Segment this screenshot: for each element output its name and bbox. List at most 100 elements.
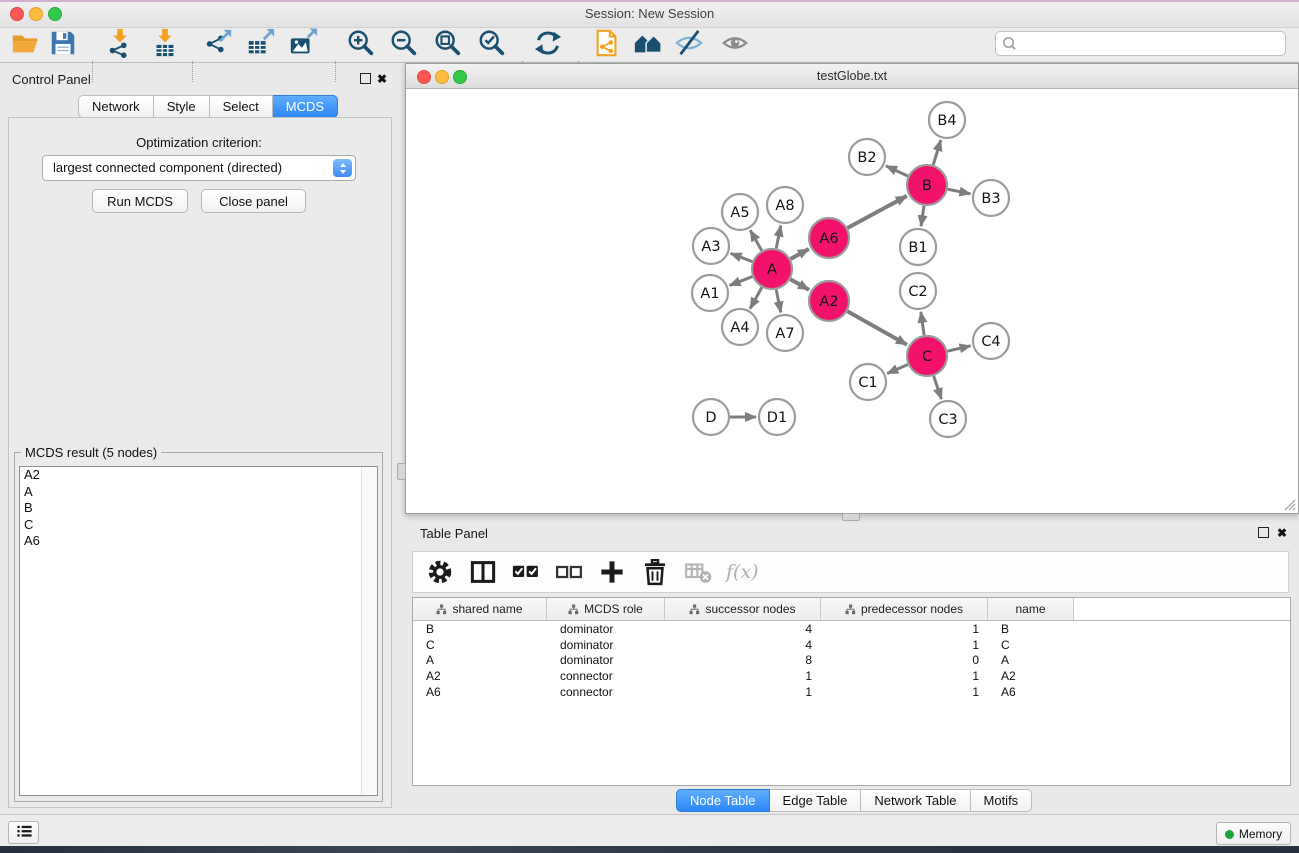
graph-node-A8[interactable]: A8 (767, 187, 803, 223)
float-table-panel-icon[interactable] (1258, 527, 1269, 538)
show-log-console-button[interactable] (8, 821, 39, 844)
network-canvas[interactable]: B4 B2 B B3 A8A5 A6 B1 A3 A C2 A1 A2 A4 A7 C4 C C1 C3 D D1 (406, 89, 1296, 511)
mcds-result-item[interactable]: C (20, 517, 377, 534)
graph-node-A[interactable]: A (752, 249, 792, 289)
graph-node-A2[interactable]: A2 (809, 281, 849, 321)
zoom-out-button[interactable] (387, 27, 421, 61)
memory-button[interactable]: Memory (1216, 822, 1291, 845)
unselect-all-rows-button[interactable] (554, 557, 584, 587)
close-panel-button[interactable]: Close panel (201, 189, 306, 213)
export-table-button[interactable] (243, 27, 277, 61)
table-cell: 1 (821, 685, 988, 699)
graph-node-B2[interactable]: B2 (849, 139, 885, 175)
graph-node-B3[interactable]: B3 (973, 180, 1009, 216)
graph-edge-C-C4 (947, 346, 970, 351)
search-input[interactable] (1020, 34, 1279, 53)
table-cell: A (413, 653, 547, 667)
select-all-rows-button[interactable] (511, 557, 541, 587)
column-header-shared-name[interactable]: shared name (413, 598, 547, 620)
table-header-row: shared nameMCDS rolesuccessor nodesprede… (413, 598, 1290, 621)
zoom-selected-button[interactable] (475, 27, 509, 61)
graph-node-C2[interactable]: C2 (900, 273, 936, 309)
network-window-title: testGlobe.txt (406, 69, 1298, 83)
tab-mcds[interactable]: MCDS (273, 95, 338, 118)
show-columns-button[interactable] (468, 557, 498, 587)
search-field[interactable] (995, 31, 1286, 56)
table-row[interactable]: A6connector11A6 (413, 684, 1290, 700)
graph-node-B4[interactable]: B4 (929, 102, 965, 138)
graph-node-D1[interactable]: D1 (759, 399, 795, 435)
graph-edge-C-C1 (887, 364, 908, 373)
mcds-result-item[interactable]: A6 (20, 533, 377, 550)
table-row[interactable]: Adominator80A (413, 652, 1290, 668)
graph-node-A5[interactable]: A5 (722, 194, 758, 230)
refresh-view-button[interactable] (531, 27, 565, 61)
table-options-button[interactable] (425, 557, 455, 587)
close-table-panel-icon[interactable]: ✖ (1277, 527, 1287, 539)
function-builder-button[interactable]: f(x) (726, 561, 759, 583)
mcds-result-item[interactable]: A2 (20, 467, 377, 484)
horizontal-splitter-handle[interactable] (842, 513, 860, 521)
table-row[interactable]: Cdominator41C (413, 637, 1290, 653)
graph-node-A7[interactable]: A7 (767, 315, 803, 351)
graph-node-C[interactable]: C (907, 336, 947, 376)
import-network-button[interactable] (103, 27, 137, 61)
column-header-predecessor-nodes[interactable]: predecessor nodes (821, 598, 988, 620)
zoom-fit-button[interactable] (431, 27, 465, 61)
desktop-top-edge (0, 0, 1299, 2)
export-network-button[interactable] (201, 27, 235, 61)
network-window-titlebar[interactable]: testGlobe.txt (406, 64, 1298, 89)
hide-selected-button[interactable] (672, 27, 706, 61)
delete-columns-button[interactable] (640, 557, 670, 587)
table-row[interactable]: A2connector11A2 (413, 668, 1290, 684)
import-table-button[interactable] (148, 27, 182, 61)
table-cell: dominator (547, 638, 665, 652)
tab-network-table[interactable]: Network Table (861, 789, 970, 812)
show-all-button[interactable] (718, 27, 752, 61)
graph-node-B1[interactable]: B1 (900, 229, 936, 265)
close-panel-icon[interactable]: ✖ (377, 73, 387, 85)
scrollbar-track[interactable] (361, 467, 377, 795)
graph-node-C1[interactable]: C1 (850, 364, 886, 400)
mcds-result-list[interactable]: A2ABCA6 (19, 466, 378, 796)
graph-node-A3[interactable]: A3 (693, 228, 729, 264)
graph-node-A1[interactable]: A1 (692, 275, 728, 311)
zoom-in-button[interactable] (344, 27, 378, 61)
tab-select[interactable]: Select (210, 95, 273, 118)
graph-edge-A2-C (847, 311, 907, 344)
run-mcds-button[interactable]: Run MCDS (92, 189, 188, 213)
mcds-result-item[interactable]: A (20, 484, 377, 501)
column-header-successor-nodes[interactable]: successor nodes (665, 598, 821, 620)
create-network-from-file-button[interactable] (590, 27, 624, 61)
vertical-splitter-handle[interactable] (397, 463, 406, 480)
network-file-icon (592, 28, 622, 58)
mcds-result-item[interactable]: B (20, 500, 377, 517)
tab-motifs[interactable]: Motifs (971, 789, 1033, 812)
graph-node-D[interactable]: D (693, 399, 729, 435)
desktop-bottom-edge (0, 846, 1299, 853)
table-row[interactable]: Bdominator41B (413, 621, 1290, 637)
graph-node-label: A4 (730, 320, 749, 336)
graph-node-A6[interactable]: A6 (809, 218, 849, 258)
tab-network[interactable]: Network (78, 95, 154, 118)
optimization-criterion-select[interactable]: largest connected component (directed) (42, 155, 356, 181)
column-header-mcds-role[interactable]: MCDS role (547, 598, 665, 620)
graph-node-label: B4 (937, 113, 956, 129)
graph-node-C4[interactable]: C4 (973, 323, 1009, 359)
home-icon (633, 28, 663, 58)
graph-node-B[interactable]: B (907, 165, 947, 205)
tab-edge-table[interactable]: Edge Table (770, 789, 862, 812)
column-header-name[interactable]: name (988, 598, 1074, 620)
add-column-button[interactable] (597, 557, 627, 587)
tab-node-table[interactable]: Node Table (676, 789, 770, 812)
save-session-button[interactable] (46, 27, 80, 61)
resize-grip-icon[interactable] (1282, 497, 1296, 511)
first-neighbors-button[interactable] (631, 27, 665, 61)
tab-style[interactable]: Style (154, 95, 210, 118)
delete-table-button[interactable] (683, 557, 713, 587)
export-image-button[interactable] (286, 27, 320, 61)
float-panel-icon[interactable] (360, 73, 371, 84)
open-session-button[interactable] (8, 27, 42, 61)
graph-node-A4[interactable]: A4 (722, 309, 758, 345)
graph-node-C3[interactable]: C3 (930, 401, 966, 437)
